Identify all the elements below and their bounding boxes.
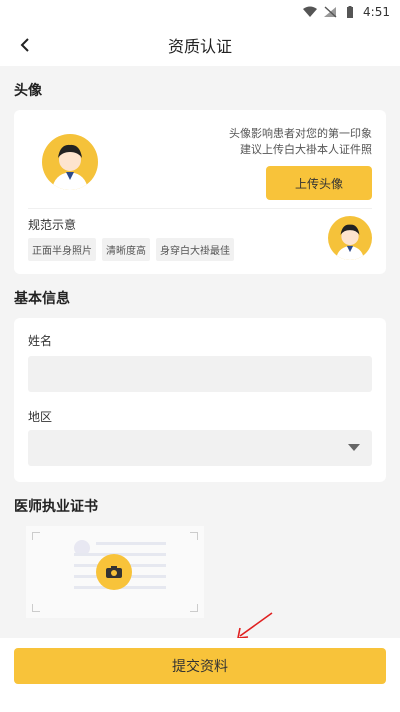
wifi-icon bbox=[303, 6, 318, 17]
status-bar: 4:51 bbox=[0, 0, 400, 24]
app-bar: 资质认证 bbox=[0, 24, 400, 66]
back-arrow-icon bbox=[20, 38, 29, 52]
frame-corner bbox=[190, 532, 198, 540]
spec-tags: 正面半身照片 清晰度高 身穿白大褂最佳 bbox=[28, 238, 234, 261]
avatar-tip: 头像影响患者对您的第一印象 建议上传白大褂本人证件照 bbox=[202, 126, 372, 158]
status-time: 4:51 bbox=[363, 5, 390, 19]
basic-info-card: 姓名 地区 bbox=[14, 318, 386, 482]
divider bbox=[28, 208, 372, 209]
dropdown-icon bbox=[348, 444, 360, 451]
spec-tag: 身穿白大褂最佳 bbox=[156, 238, 234, 261]
avatar-tip-line1: 头像影响患者对您的第一印象 bbox=[229, 127, 372, 140]
battery-icon bbox=[347, 6, 354, 18]
avatar-tip-line2: 建议上传白大褂本人证件照 bbox=[240, 143, 372, 156]
spec-tag: 正面半身照片 bbox=[28, 238, 96, 261]
avatar-section-title: 头像 bbox=[14, 83, 42, 99]
frame-corner bbox=[32, 604, 40, 612]
spec-title: 规范示意 bbox=[28, 218, 77, 232]
license-upload-box[interactable] bbox=[26, 526, 204, 618]
region-label: 地区 bbox=[28, 410, 53, 424]
frame-corner bbox=[32, 532, 40, 540]
submit-button[interactable]: 提交资料 bbox=[14, 648, 386, 684]
avatar-example-small bbox=[328, 216, 372, 260]
region-select[interactable] bbox=[28, 430, 372, 466]
upload-avatar-button[interactable]: 上传头像 bbox=[266, 166, 372, 200]
license-section-title: 医师执业证书 bbox=[14, 499, 98, 515]
name-label: 姓名 bbox=[28, 334, 53, 348]
bottom-bar: 提交资料 bbox=[0, 638, 400, 712]
page-title: 资质认证 bbox=[167, 37, 232, 56]
avatar-example-large bbox=[42, 134, 98, 190]
back-button[interactable] bbox=[12, 32, 38, 58]
camera-button[interactable] bbox=[96, 554, 132, 590]
avatar-card: 头像影响患者对您的第一印象 建议上传白大褂本人证件照 上传头像 规范示意 正面半… bbox=[14, 110, 386, 274]
basic-info-title: 基本信息 bbox=[14, 291, 70, 307]
name-field[interactable] bbox=[28, 356, 372, 392]
signal-icon bbox=[324, 6, 337, 18]
frame-corner bbox=[190, 604, 198, 612]
spec-tag: 清晰度高 bbox=[102, 238, 150, 261]
camera-icon bbox=[106, 566, 122, 578]
